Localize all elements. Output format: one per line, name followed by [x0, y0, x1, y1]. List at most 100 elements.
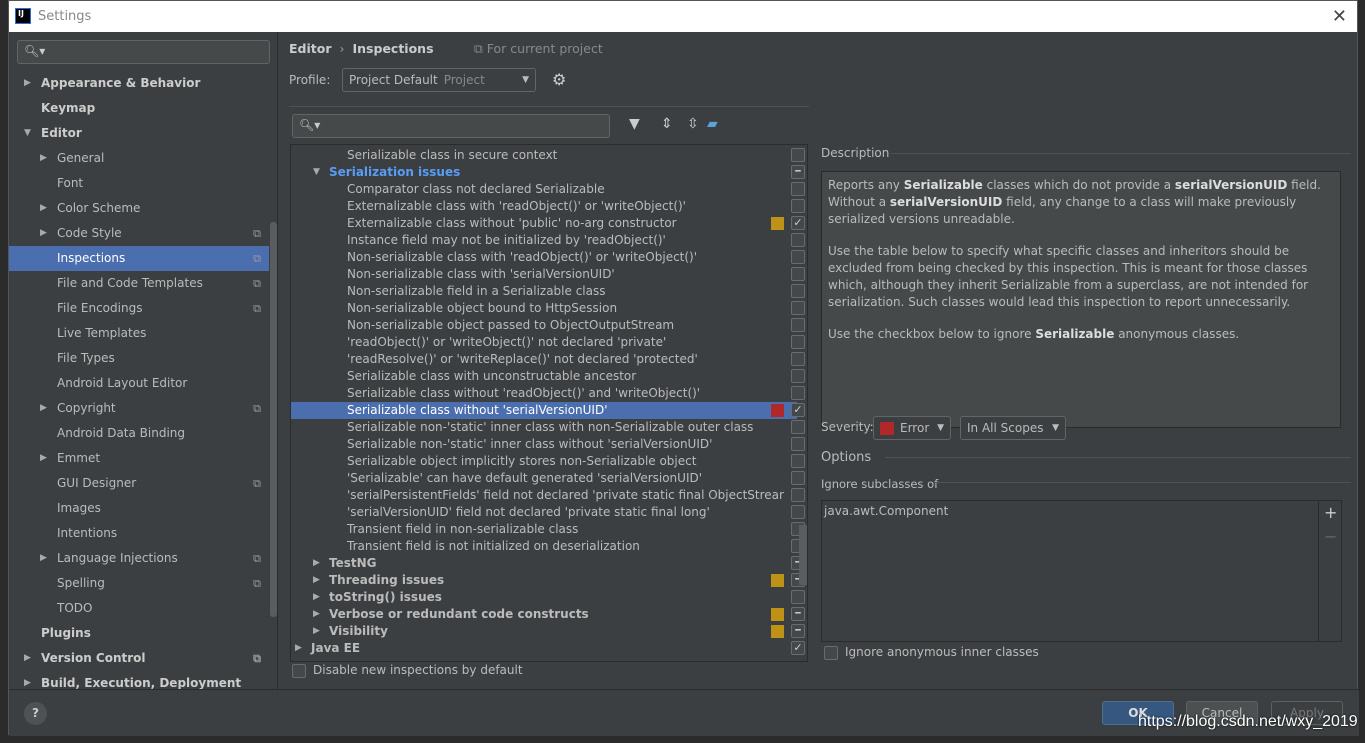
- sidebar-item[interactable]: Intentions: [9, 521, 269, 546]
- sidebar-item[interactable]: Plugins: [9, 621, 269, 646]
- caret-right-icon[interactable]: ▶: [313, 572, 320, 589]
- enable-checkbox[interactable]: [791, 284, 805, 298]
- sidebar-item[interactable]: ▶ Color Scheme: [9, 196, 269, 221]
- ignore-anonymous-checkbox[interactable]: Ignore anonymous inner classes: [824, 645, 1039, 660]
- tree-row[interactable]: Comparator class not declared Serializab…: [291, 181, 805, 198]
- tree-row[interactable]: Serializable class without 'serialVersio…: [291, 402, 805, 419]
- disable-new-inspections-checkbox[interactable]: Disable new inspections by default: [292, 663, 523, 678]
- enable-checkbox[interactable]: [791, 233, 805, 247]
- tree-row[interactable]: ▶ toString() issues: [291, 589, 805, 606]
- enable-checkbox[interactable]: ━: [791, 624, 805, 638]
- enable-checkbox[interactable]: [791, 386, 805, 400]
- caret-right-icon[interactable]: ▶: [40, 146, 47, 171]
- tree-row[interactable]: ▶ Visibility ━: [291, 623, 805, 640]
- tree-row[interactable]: ▶ Threading issues ━: [291, 572, 805, 589]
- tree-row[interactable]: Externalizable class without 'public' no…: [291, 215, 805, 232]
- enable-checkbox[interactable]: [791, 420, 805, 434]
- enable-checkbox[interactable]: [791, 437, 805, 451]
- scope-select[interactable]: In All Scopes ▼: [960, 416, 1066, 440]
- tree-row[interactable]: Non-serializable object passed to Object…: [291, 317, 805, 334]
- sidebar-item[interactable]: TODO: [9, 596, 269, 621]
- help-button[interactable]: ?: [24, 702, 47, 725]
- sidebar-item[interactable]: Inspections ⧉: [9, 246, 269, 271]
- sidebar-item[interactable]: ▶ General: [9, 146, 269, 171]
- enable-checkbox[interactable]: [791, 267, 805, 281]
- enable-checkbox[interactable]: ━: [791, 165, 805, 179]
- expand-all-icon[interactable]: ⇕: [661, 116, 673, 132]
- caret-right-icon[interactable]: ▶: [313, 589, 320, 606]
- plus-icon[interactable]: +: [1324, 503, 1337, 522]
- sidebar-item[interactable]: Android Layout Editor: [9, 371, 269, 396]
- sidebar-item[interactable]: File Types: [9, 346, 269, 371]
- sidebar-item[interactable]: Spelling ⧉: [9, 571, 269, 596]
- tree-row[interactable]: ▼ Serialization issues ━: [291, 164, 805, 181]
- caret-right-icon[interactable]: ▶: [313, 555, 320, 572]
- sidebar-item[interactable]: ▶ Build, Execution, Deployment: [9, 671, 269, 689]
- caret-right-icon[interactable]: ▶: [40, 221, 47, 246]
- tree-row[interactable]: Serializable non-'static' inner class wi…: [291, 419, 805, 436]
- tree-row[interactable]: Serializable object implicitly stores no…: [291, 453, 805, 470]
- enable-checkbox[interactable]: [791, 454, 805, 468]
- enable-checkbox[interactable]: [791, 505, 805, 519]
- enable-checkbox[interactable]: [791, 199, 805, 213]
- minus-icon[interactable]: −: [1324, 527, 1337, 546]
- enable-checkbox[interactable]: [791, 590, 805, 604]
- sidebar-item[interactable]: ▶ Language Injections ⧉: [9, 546, 269, 571]
- tree-row[interactable]: Serializable non-'static' inner class wi…: [291, 436, 805, 453]
- tree-row[interactable]: Non-serializable object bound to HttpSes…: [291, 300, 805, 317]
- caret-right-icon[interactable]: ▶: [313, 623, 320, 640]
- tree-row[interactable]: Non-serializable class with 'readObject(…: [291, 249, 805, 266]
- tree-row[interactable]: Non-serializable field in a Serializable…: [291, 283, 805, 300]
- sidebar-item[interactable]: ▶ Version Control ⧉: [9, 646, 269, 671]
- tree-row[interactable]: 'readResolve()' or 'writeReplace()' not …: [291, 351, 805, 368]
- tree-row[interactable]: Serializable class without 'readObject()…: [291, 385, 805, 402]
- caret-right-icon[interactable]: ▶: [24, 646, 31, 671]
- tree-row[interactable]: 'readObject()' or 'writeObject()' not de…: [291, 334, 805, 351]
- gear-icon[interactable]: ⚙: [552, 70, 566, 89]
- sidebar-item[interactable]: ▶ Appearance & Behavior: [9, 71, 269, 96]
- enable-checkbox[interactable]: [791, 352, 805, 366]
- tree-row[interactable]: ▶ TestNG ━: [291, 555, 805, 572]
- enable-checkbox[interactable]: [791, 488, 805, 502]
- caret-right-icon[interactable]: ▶: [40, 546, 47, 571]
- enable-checkbox[interactable]: [791, 471, 805, 485]
- sidebar-item[interactable]: ▶ Code Style ⧉: [9, 221, 269, 246]
- tree-row[interactable]: Transient field in non-serializable clas…: [291, 521, 805, 538]
- enable-checkbox[interactable]: [791, 301, 805, 315]
- caret-down-icon[interactable]: ▼: [313, 164, 320, 181]
- severity-select[interactable]: Error ▼: [873, 416, 951, 440]
- enable-checkbox[interactable]: ✓: [791, 403, 805, 417]
- collapse-all-icon[interactable]: ⇳: [687, 116, 699, 132]
- sidebar-item[interactable]: Android Data Binding: [9, 421, 269, 446]
- sidebar-item[interactable]: GUI Designer ⧉: [9, 471, 269, 496]
- caret-right-icon[interactable]: ▶: [24, 71, 31, 96]
- caret-right-icon[interactable]: ▶: [24, 671, 31, 689]
- close-icon[interactable]: ✕: [1332, 6, 1347, 27]
- enable-checkbox[interactable]: [791, 250, 805, 264]
- list-item[interactable]: java.awt.Component: [824, 504, 948, 518]
- tree-row[interactable]: ▶ Verbose or redundant code constructs ━: [291, 606, 805, 623]
- enable-checkbox[interactable]: [791, 148, 805, 162]
- sidebar-item[interactable]: ▶ Copyright ⧉: [9, 396, 269, 421]
- filter-icon[interactable]: ▼: [629, 116, 640, 132]
- eraser-icon[interactable]: ▰: [707, 116, 718, 132]
- tree-row[interactable]: Instance field may not be initialized by…: [291, 232, 805, 249]
- tree-scrollbar[interactable]: [799, 525, 807, 585]
- enable-checkbox[interactable]: ✓: [791, 216, 805, 230]
- sidebar-item[interactable]: File Encodings ⧉: [9, 296, 269, 321]
- sidebar-item[interactable]: ▶ Emmet: [9, 446, 269, 471]
- caret-right-icon[interactable]: ▶: [40, 446, 47, 471]
- crumb-editor[interactable]: Editor: [289, 41, 332, 56]
- caret-down-icon[interactable]: ▼: [24, 121, 31, 146]
- caret-right-icon[interactable]: ▶: [40, 396, 47, 421]
- inspection-search-input[interactable]: 🔍︎▾: [292, 114, 610, 138]
- sidebar-item[interactable]: File and Code Templates ⧉: [9, 271, 269, 296]
- tree-row[interactable]: Transient field is not initialized on de…: [291, 538, 805, 555]
- sidebar-item[interactable]: Keymap: [9, 96, 269, 121]
- caret-right-icon[interactable]: ▶: [40, 196, 47, 221]
- sidebar-item[interactable]: ▼ Editor: [9, 121, 269, 146]
- tree-row[interactable]: 'serialVersionUID' field not declared 'p…: [291, 504, 805, 521]
- tree-row[interactable]: Serializable class in secure context: [291, 147, 805, 164]
- enable-checkbox[interactable]: [791, 369, 805, 383]
- enable-checkbox[interactable]: [791, 182, 805, 196]
